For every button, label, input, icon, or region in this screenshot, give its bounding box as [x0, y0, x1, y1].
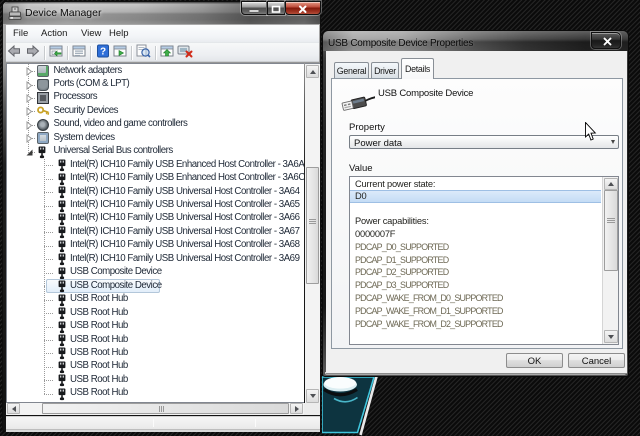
svg-text:?: ? [99, 47, 105, 58]
